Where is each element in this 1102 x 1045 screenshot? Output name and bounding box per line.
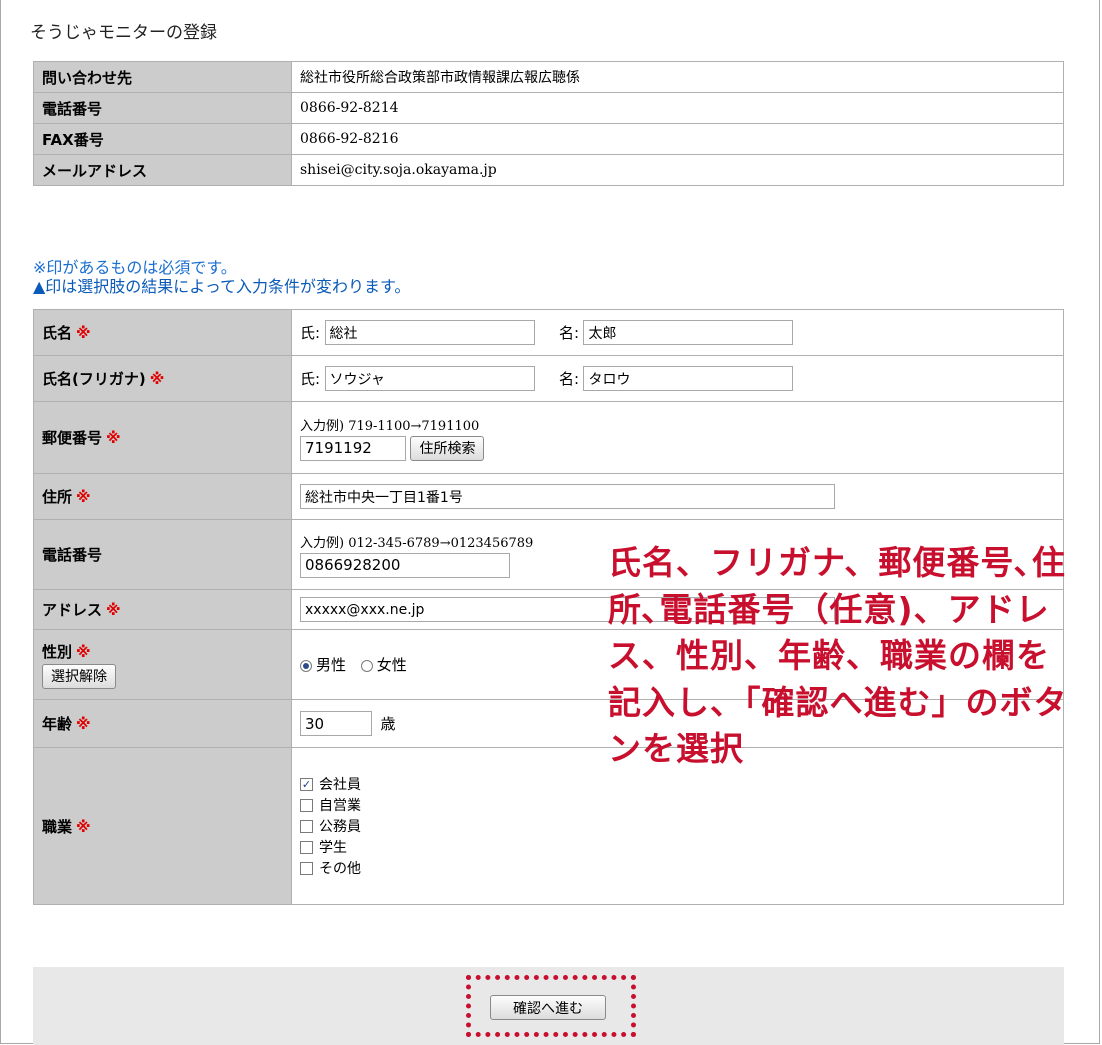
- form-row-postal: 郵便番号※ 入力例) 719-1100→7191100 住所検索: [33, 401, 1064, 474]
- occupation-label: 職業 ※: [33, 747, 292, 905]
- age-input[interactable]: [300, 711, 372, 736]
- kana-mei-input[interactable]: [583, 366, 794, 391]
- contact-label: メールアドレス: [33, 154, 292, 186]
- sei-label: 氏:: [300, 324, 321, 342]
- required-mark: ※: [149, 370, 165, 388]
- form-notes: ※印があるものは必須です。 ▲印は選択肢の結果によって入力条件が変わります。: [33, 258, 410, 296]
- contact-value: shisei@city.soja.okayama.jp: [291, 154, 1064, 186]
- checkbox-icon[interactable]: [300, 862, 313, 875]
- age-label: 年齢 ※: [33, 699, 292, 748]
- occupation-option: ✓ 会社員: [300, 776, 361, 793]
- name-label: 氏名 ※: [33, 309, 292, 356]
- required-mark: ※: [76, 642, 91, 661]
- required-mark: ※: [76, 488, 91, 506]
- required-note: ※印があるものは必須です。: [33, 258, 237, 277]
- occupation-option: 学生: [300, 837, 1063, 858]
- checkbox-icon[interactable]: [300, 820, 313, 833]
- required-mark: ※: [76, 324, 91, 342]
- occupation-option: 自営業: [300, 795, 1063, 816]
- required-mark: ※: [76, 715, 91, 733]
- confirm-button[interactable]: 確認へ進む: [490, 995, 606, 1020]
- kana-sei-input[interactable]: [324, 366, 535, 391]
- name-cell: 氏: 名:: [291, 309, 1064, 356]
- contact-label: FAX番号: [33, 123, 292, 155]
- instruction-annotation: 氏名、フリガナ、郵便番号､住所､電話番号（任意)、アドレス、性別、年齢、職業の欄…: [608, 543, 1068, 768]
- conditional-note: ▲印は選択肢の結果によって入力条件が変わります。: [33, 277, 411, 296]
- checkbox-icon[interactable]: [300, 841, 313, 854]
- page-title: そうじゃモニターの登録: [30, 23, 217, 43]
- email-label: アドレス ※: [33, 589, 292, 630]
- occupation-option: その他: [300, 858, 1063, 879]
- checkbox-icon[interactable]: [300, 799, 313, 812]
- contact-label: 電話番号: [33, 92, 292, 124]
- contact-value: 0866-92-8216: [291, 123, 1064, 155]
- contact-row: FAX番号 0866-92-8216: [33, 123, 1064, 155]
- contact-value: 0866-92-8214: [291, 92, 1064, 124]
- contact-row: メールアドレス shisei@city.soja.okayama.jp: [33, 154, 1064, 186]
- mei-label: 名:: [558, 324, 580, 342]
- address-input[interactable]: [300, 484, 835, 509]
- form-row-address: 住所 ※: [33, 473, 1064, 520]
- required-mark: ※: [76, 817, 91, 836]
- postal-cell: 入力例) 719-1100→7191100 住所検索: [291, 401, 1064, 474]
- required-mark: ※: [106, 601, 121, 619]
- age-unit: 歳: [380, 715, 396, 733]
- phone-label: 電話番号: [33, 519, 292, 590]
- contact-row: 問い合わせ先 総社市役所総合政策部市政情報課広報広聴係: [33, 61, 1064, 93]
- kana-label: 氏名(フリガナ) ※: [33, 355, 292, 402]
- postal-input[interactable]: [300, 435, 406, 461]
- contact-label: 問い合わせ先: [33, 61, 292, 93]
- gender-label: 性別 ※ 選択解除: [33, 629, 292, 700]
- form-row-kana: 氏名(フリガナ)※ 氏: 名:: [33, 355, 1064, 402]
- gender-option-label: 男性: [316, 656, 347, 674]
- phone-input[interactable]: [300, 552, 510, 578]
- postal-label: 郵便番号 ※: [33, 401, 292, 474]
- gender-radio-female[interactable]: [360, 659, 373, 672]
- address-search-button[interactable]: 住所検索: [410, 435, 485, 461]
- occupation-option: 公務員: [300, 816, 1063, 837]
- contact-value: 総社市役所総合政策部市政情報課広報広聴係: [291, 61, 1064, 93]
- name-sei-input[interactable]: [324, 320, 535, 345]
- gender-option-label: 女性: [376, 656, 407, 674]
- name-mei-input[interactable]: [583, 320, 794, 345]
- clear-selection-button[interactable]: 選択解除: [42, 663, 116, 689]
- sei-label: 氏:: [300, 370, 321, 388]
- address-cell: [291, 473, 1064, 520]
- mei-label: 名:: [558, 370, 580, 388]
- postal-example: 入力例) 719-1100→7191100: [300, 418, 480, 434]
- kana-cell: 氏: 名:: [291, 355, 1064, 402]
- form-row-name: 氏名※ 氏: 名:: [33, 309, 1064, 356]
- required-mark: ※: [106, 429, 121, 447]
- gender-radio-male[interactable]: [300, 659, 312, 672]
- checkbox-checked-icon[interactable]: ✓: [300, 778, 313, 791]
- contact-row: 電話番号 0866-92-8214: [33, 92, 1064, 124]
- contact-table: 問い合わせ先 総社市役所総合政策部市政情報課広報広聴係 電話番号 0866-92…: [33, 61, 1064, 186]
- address-label: 住所 ※: [33, 473, 292, 520]
